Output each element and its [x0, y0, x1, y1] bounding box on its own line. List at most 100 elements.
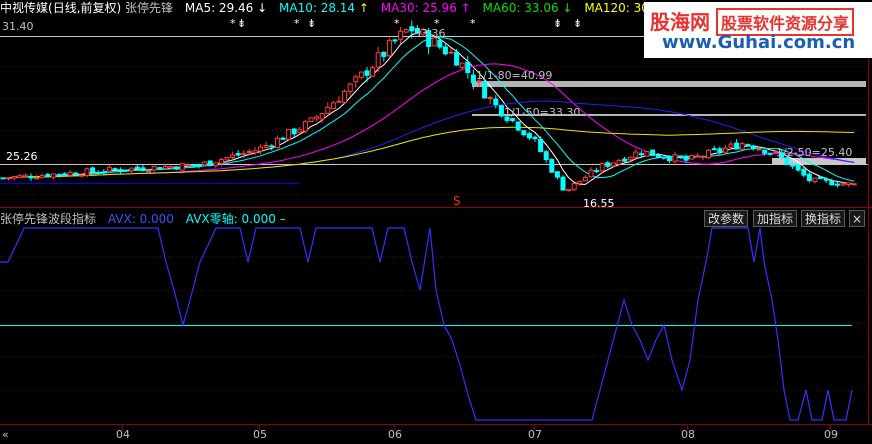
candle-body: [818, 176, 824, 180]
candle-body: [218, 159, 224, 164]
switch-indicator-button[interactable]: 换指标: [801, 210, 846, 227]
header-mark: ⇟: [307, 17, 316, 30]
candle: [22, 173, 28, 179]
candle-body: [706, 149, 712, 159]
edit-params-button[interactable]: 改参数: [704, 210, 749, 227]
scroll-left-icon: «: [2, 428, 9, 441]
candle-body: [829, 180, 835, 186]
candle: [846, 182, 852, 187]
candle-body: [515, 121, 521, 131]
candle: [577, 180, 583, 186]
candle: [616, 158, 622, 166]
candle: [95, 170, 101, 174]
candle: [521, 130, 527, 137]
add-indicator-button[interactable]: 加指标: [753, 210, 798, 227]
candle: [358, 71, 364, 79]
candle: [364, 66, 370, 82]
candle-body: [146, 170, 152, 173]
x-tick-label: 08: [681, 428, 695, 441]
sell-signal-mark: S: [453, 194, 461, 208]
avx-zero-label: AVX零轴: 0.000: [185, 212, 276, 226]
candle: [314, 114, 320, 122]
close-icon[interactable]: ×: [849, 210, 865, 227]
candle: [17, 174, 23, 179]
candle: [218, 157, 224, 167]
level-lines: [0, 36, 868, 184]
candle-body: [767, 152, 773, 155]
watermark-brand: 股海网: [650, 10, 710, 34]
candle-body: [358, 71, 364, 78]
candle-body: [258, 146, 264, 152]
price-label-peak: 53.36: [414, 27, 446, 40]
candle: [45, 172, 51, 178]
candle-body: [734, 142, 740, 150]
candle-body: [588, 169, 594, 178]
candle-body: [762, 149, 768, 154]
candle: [269, 143, 275, 151]
candle: [330, 100, 336, 110]
price-label-low: 16.55: [583, 197, 615, 210]
candle: [711, 145, 717, 151]
ma30-arrow: ↑: [460, 1, 471, 15]
indicator-title: 张停先锋波段指标: [0, 212, 97, 226]
candle: [258, 144, 264, 155]
candle-body: [795, 164, 801, 171]
candle-body: [17, 175, 23, 179]
candle-body: [571, 183, 577, 191]
candle-body: [112, 168, 118, 171]
candle: [118, 167, 124, 174]
candle: [392, 38, 398, 44]
candle-body: [549, 159, 555, 173]
price-label-level2: 1/1-50=33.30: [504, 106, 580, 119]
candle-body: [560, 176, 566, 191]
candle-body: [235, 153, 241, 156]
candle-body: [280, 137, 286, 140]
candle-body: [67, 171, 73, 176]
watermark-logo: 股海网 股票软件资源分享 www.Guhai.com.cn: [644, 2, 872, 58]
candle-body: [118, 169, 124, 172]
candle: [78, 172, 84, 178]
candle: [207, 160, 213, 166]
candle-body: [846, 182, 852, 186]
candle: [566, 188, 572, 192]
candle-body: [577, 180, 583, 184]
candle: [532, 135, 538, 142]
candle: [129, 167, 135, 175]
candle-body: [286, 129, 292, 140]
candle-body: [678, 155, 684, 159]
candle: [213, 162, 219, 168]
candle-body: [39, 175, 45, 179]
x-tick-label: 09: [824, 428, 838, 441]
candle: [286, 129, 292, 142]
watermark-url: www.Guhai.com.cn: [662, 32, 856, 53]
candle-body: [594, 170, 600, 173]
candle-body: [45, 173, 51, 178]
candle-body: [375, 52, 381, 68]
candle-body: [151, 165, 157, 171]
candle: [734, 139, 740, 150]
candle-body: [745, 144, 751, 147]
candle: [605, 160, 611, 169]
ma60-arrow: ↓: [562, 1, 573, 15]
candle-body: [454, 51, 460, 66]
candle: [554, 171, 560, 180]
x-tick-label: 06: [388, 428, 402, 441]
price-label-level3: 1/2-50=25.40: [776, 146, 852, 159]
candle-body: [381, 51, 387, 57]
candle: [678, 155, 684, 159]
candle: [73, 171, 79, 176]
ma60-line: [2, 100, 855, 179]
candle: [157, 167, 163, 170]
candle: [739, 142, 745, 150]
candle-body: [207, 160, 213, 166]
candle-body: [353, 76, 359, 83]
candle: [750, 144, 756, 151]
candle-body: [717, 148, 723, 153]
candle: [526, 131, 532, 141]
header-mark: *: [470, 17, 476, 30]
x-tick-label: 05: [253, 428, 267, 441]
candle: [6, 177, 12, 181]
candle-body: [599, 163, 605, 172]
price-label-left: 25.26: [6, 150, 38, 163]
candle-body: [185, 164, 191, 167]
